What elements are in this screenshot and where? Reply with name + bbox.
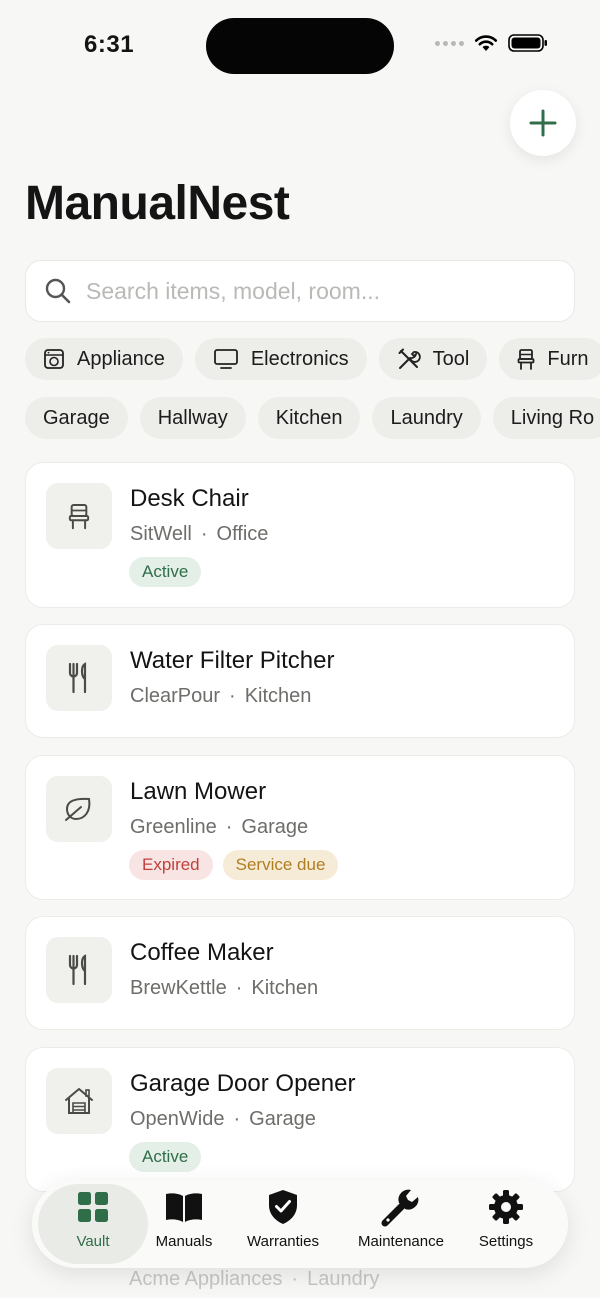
tab-label: Manuals [155, 1233, 213, 1250]
tab-label: Settings [478, 1233, 534, 1250]
tools-icon [397, 347, 421, 371]
book-icon [164, 1189, 204, 1225]
status-badge-service-due: Service due [222, 850, 339, 880]
chair-icon [68, 504, 90, 530]
item-brand: SitWell [130, 523, 192, 545]
utensils-icon [68, 662, 87, 694]
chip-label: Appliance [77, 347, 165, 370]
chip-electronics[interactable]: Electronics [194, 338, 367, 380]
tab-settings[interactable]: Settings [466, 1184, 546, 1264]
item-room: Kitchen [251, 977, 319, 999]
chair-icon [517, 348, 535, 370]
item-subtitle: Greenline · Garage [130, 816, 308, 839]
item-card-lawn-mower[interactable]: Lawn Mower Greenline · Garage Expired Serv… [25, 755, 575, 900]
separator: · [235, 977, 243, 999]
item-brand: Greenline [130, 816, 217, 838]
item-room: Laundry [307, 1268, 380, 1290]
item-badges: Active [129, 1142, 202, 1172]
add-item-button[interactable] [510, 90, 576, 156]
status-badge-active: Active [129, 1142, 202, 1172]
utensils-icon [68, 954, 87, 986]
chip-room-laundry[interactable]: Laundry [372, 397, 481, 439]
item-room: Garage [249, 1108, 316, 1130]
item-brand: Acme Appliances [129, 1268, 283, 1290]
page-title: ManualNest [25, 177, 290, 230]
tab-warranties[interactable]: Warranties [235, 1184, 331, 1264]
tab-label: Warranties [247, 1233, 319, 1250]
item-subtitle: ClearPour · Kitchen [130, 685, 311, 708]
chip-tool[interactable]: Tool [378, 338, 488, 380]
item-subtitle: SitWell · Office [130, 523, 268, 546]
separator: · [229, 685, 236, 707]
chip-label: Electronics [250, 347, 349, 370]
item-subtitle-partial: Acme Appliances · Laundry [129, 1268, 379, 1291]
item-thumbnail [46, 937, 112, 1003]
item-brand: BrewKettle [130, 977, 227, 999]
status-time: 6:31 [84, 31, 135, 58]
separator: · [291, 1268, 299, 1290]
item-badges: Expired Service due [129, 850, 339, 880]
grid-icon [77, 1189, 109, 1225]
separator: · [200, 523, 208, 545]
monitor-icon [213, 348, 239, 370]
item-card-desk-chair[interactable]: Desk Chair SitWell · Office Active [25, 462, 575, 608]
gear-icon [488, 1189, 524, 1225]
search-input[interactable] [86, 277, 546, 305]
shield-check-icon [268, 1189, 298, 1225]
item-title: Water Filter Pitcher [130, 647, 335, 674]
item-card-garage-door-opener[interactable]: Garage Door Opener OpenWide · Garage Activ… [25, 1047, 575, 1192]
tab-manuals[interactable]: Manuals [144, 1184, 224, 1264]
item-badges: Active [129, 557, 202, 587]
item-thumbnail [46, 645, 112, 711]
item-room: Office [216, 523, 269, 545]
item-room: Garage [241, 816, 309, 838]
separator: · [225, 816, 233, 838]
status-badge-expired: Expired [129, 850, 213, 880]
tab-maintenance[interactable]: Maintenance [346, 1184, 456, 1264]
wifi-icon [474, 35, 498, 51]
category-filter-row: Appliance Electronics Tool Furn [25, 338, 600, 380]
item-title: Coffee Maker [130, 939, 274, 966]
separator: · [233, 1108, 241, 1130]
search-icon [45, 278, 71, 304]
item-subtitle: OpenWide · Garage [130, 1108, 316, 1131]
chip-label: Tool [432, 347, 470, 370]
search-bar[interactable] [25, 260, 575, 322]
leaf-icon [65, 797, 91, 821]
item-title: Garage Door Opener [130, 1070, 356, 1097]
dynamic-island [206, 18, 394, 74]
cellular-icon [435, 40, 464, 46]
plus-icon [529, 109, 557, 137]
item-title: Lawn Mower [130, 778, 267, 805]
tab-label: Vault [76, 1233, 110, 1250]
tab-vault[interactable]: Vault [38, 1184, 148, 1264]
status-badge-active: Active [129, 557, 202, 587]
status-bar: 6:31 [0, 0, 600, 92]
item-title: Desk Chair [130, 485, 249, 512]
item-brand: OpenWide [130, 1108, 225, 1130]
tab-bar: Vault Manuals Warranties Maintenance Set… [32, 1180, 568, 1268]
chip-label: Furn [547, 347, 589, 370]
item-thumbnail [46, 776, 112, 842]
chip-room-living-room[interactable]: Living Ro [492, 397, 600, 439]
item-thumbnail [46, 483, 112, 549]
status-icons [435, 34, 548, 52]
item-card-water-filter-pitcher[interactable]: Water Filter Pitcher ClearPour · Kitchen [25, 624, 575, 738]
battery-icon [508, 34, 547, 52]
wrench-icon [381, 1189, 421, 1227]
chip-room-garage[interactable]: Garage [25, 397, 128, 439]
appliance-icon [43, 348, 65, 370]
tab-label: Maintenance [358, 1233, 444, 1250]
item-brand: ClearPour [130, 685, 221, 707]
item-room: Kitchen [244, 685, 312, 707]
chip-room-hallway[interactable]: Hallway [139, 397, 246, 439]
chip-appliance[interactable]: Appliance [25, 338, 183, 380]
item-card-coffee-maker[interactable]: Coffee Maker BrewKettle · Kitchen [25, 916, 575, 1030]
chip-furniture[interactable]: Furn [499, 338, 600, 380]
chip-room-kitchen[interactable]: Kitchen [257, 397, 361, 439]
item-subtitle: BrewKettle · Kitchen [130, 977, 318, 1000]
room-filter-row: Garage Hallway Kitchen Laundry Living Ro [25, 397, 600, 439]
item-thumbnail [46, 1068, 112, 1134]
house-icon [65, 1088, 93, 1114]
